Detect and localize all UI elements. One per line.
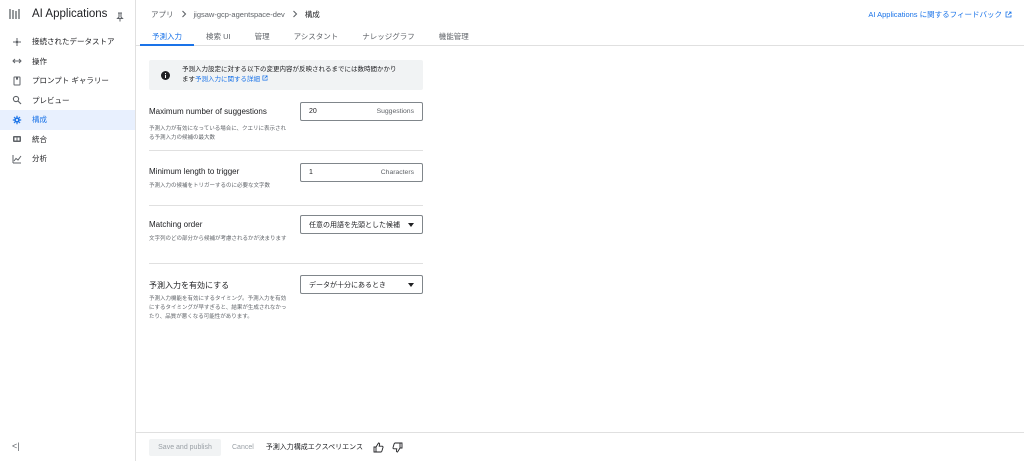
setting-description: 予測入力が有効になっている場合に、クエリに表示される予測入力の候補の最大数 [149,126,287,141]
setting-description: 文字列のどの部分から候補が考慮されるかが決まります [149,236,287,242]
autocomplete-details-link[interactable]: 予測入力に関する詳細 [195,76,260,83]
setting-title: Matching order [149,220,203,229]
sidebar-item-label: 統合 [32,134,47,144]
integration-icon [12,134,22,144]
sidebar-item-label: 分析 [32,154,47,164]
setting-title: Minimum length to trigger [149,167,240,176]
dropdown-arrow-icon [408,222,414,227]
select-value: データが十分にあるとき [309,281,386,289]
open-in-new-icon [1005,11,1012,17]
sidebar-item-datastores[interactable]: 接続されたデータストア [0,32,135,52]
sidebar-nav: 接続されたデータストア 操作 プロンプト ギャラリー プレビュー 構成 統合 分… [0,32,135,169]
thumbs-down-icon[interactable] [392,442,403,453]
feedback-label: AI Applications に関するフィードバック [868,9,1002,19]
sidebar-item-label: プロンプト ギャラリー [32,76,109,86]
sidebar-item-configuration[interactable]: 構成 [0,110,135,130]
setting-min-length: Minimum length to trigger 予測入力の候補をトリガーする… [149,160,423,220]
gear-icon [12,115,22,125]
sidebar: AI Applications 接続されたデータストア 操作 プロンプト ギャラ… [0,0,136,461]
enable-timing-select[interactable]: データが十分にあるとき [300,275,423,294]
select-value: 任意の用語を先頭とした候補 [309,221,400,229]
setting-title: Maximum number of suggestions [149,107,267,116]
sidebar-item-integration[interactable]: 統合 [0,130,135,150]
sidebar-item-analytics[interactable]: 分析 [0,149,135,169]
chevron-right-icon [181,10,187,18]
info-banner: 予測入力設定に対する以下の変更内容が反映されるまでには数時間かかり ます予測入力… [149,60,423,90]
thumbs-up-icon[interactable] [373,442,384,453]
setting-description: 予測入力機能を有効にするタイミング。予測入力を有効にするタイミングが早すぎると、… [149,296,287,320]
matching-order-select[interactable]: 任意の用語を先頭とした候補 [300,215,423,234]
field-value: 1 [309,169,313,176]
top-bar: アプリ jigsaw-gcp-agentspace-dev 構成 AI Appl… [136,0,1024,28]
sidebar-item-preview[interactable]: プレビュー [0,91,135,111]
info-icon [161,70,170,80]
breadcrumb-current: 構成 [304,9,320,19]
autocomplete-settings: 予測入力設定に対する以下の変更内容が反映されるまでには数時間かかり ます予測入力… [149,60,423,320]
tab-assistant[interactable]: アシスタント [282,28,351,45]
footer-bar: Save and publish Cancel 予測入力構成エクスペリエンス [136,432,1024,461]
tab-bar: 予測入力 検索 UI 管理 アシスタント ナレッジグラフ 機能管理 [136,28,1024,46]
max-suggestions-input[interactable]: 20 Suggestions [300,102,423,121]
dropdown-arrow-icon [408,282,414,287]
breadcrumb-apps[interactable]: アプリ [151,9,174,20]
connect-icon [12,37,22,47]
sidebar-item-label: 接続されたデータストア [32,37,115,47]
sidebar-item-label: プレビュー [32,95,70,105]
tab-feature-management[interactable]: 機能管理 [427,28,481,45]
divider [149,263,423,264]
chevron-right-icon [292,10,298,18]
app-root: AI Applications 接続されたデータストア 操作 プロンプト ギャラ… [0,0,1024,461]
sidebar-item-label: 構成 [32,115,47,125]
cancel-button[interactable]: Cancel [232,444,254,451]
sidebar-item-prompt-gallery[interactable]: プロンプト ギャラリー [0,71,135,91]
open-in-new-icon [262,75,268,81]
sidebar-item-label: 操作 [32,56,47,66]
app-logo-icon [8,7,22,21]
tab-search-ui[interactable]: 検索 UI [194,28,243,45]
field-value: 20 [309,108,317,115]
setting-description: 予測入力の候補をトリガーするのに必要な文字数 [149,183,271,189]
tab-autocomplete[interactable]: 予測入力 [140,28,194,46]
collapse-sidebar-icon[interactable]: <| [12,441,20,451]
banner-line-1: 予測入力設定に対する以下の変更内容が反映されるまでには数時間かかり [182,66,397,73]
pin-icon[interactable] [115,9,125,22]
tab-knowledge-graph[interactable]: ナレッジグラフ [350,28,427,45]
save-and-publish-button[interactable]: Save and publish [149,438,221,456]
banner-text: 予測入力設定に対する以下の変更内容が反映されるまでには数時間かかり ます予測入力… [182,65,397,85]
tab-management[interactable]: 管理 [243,28,282,45]
setting-matching-order: Matching order 文字列のどの部分から候補が考慮されるかが決まります… [149,215,423,275]
experience-label: 予測入力構成エクスペリエンス [265,444,363,451]
gallery-icon [12,76,22,86]
arrows-icon [12,56,22,66]
sidebar-header: AI Applications [0,0,135,28]
banner-line-2: ます予測入力に関する詳細 [182,75,397,85]
chart-icon [12,154,22,164]
search-icon [12,95,22,105]
field-suffix: Characters [380,169,414,176]
min-length-input[interactable]: 1 Characters [300,163,423,182]
setting-enable-autocomplete: 予測入力を有効にする 予測入力機能を有効にするタイミング。予測入力を有効にするタ… [149,275,423,335]
app-title: AI Applications [32,8,108,20]
breadcrumb-app-name[interactable]: jigsaw-gcp-agentspace-dev [194,10,285,19]
divider [149,205,423,206]
banner-prefix: ます [182,76,195,83]
sidebar-item-actions[interactable]: 操作 [0,52,135,72]
divider [149,150,423,151]
feedback-link[interactable]: AI Applications に関するフィードバック [868,9,1012,20]
field-suffix: Suggestions [376,108,414,115]
setting-title: 予測入力を有効にする [149,281,230,290]
